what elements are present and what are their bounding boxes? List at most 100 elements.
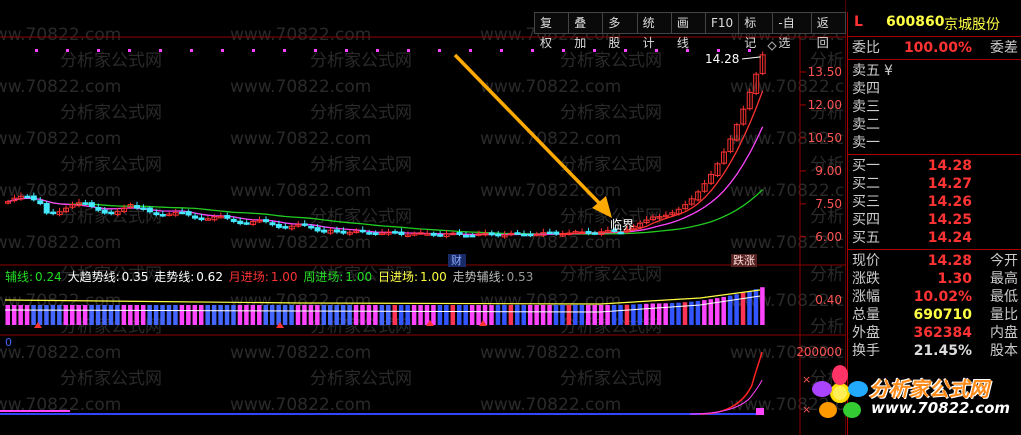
- watermark-text: www.70822.com: [230, 395, 371, 415]
- indicator-bar: [405, 305, 410, 325]
- candle-down: [43, 203, 50, 214]
- bid-level-label: 买四: [852, 212, 880, 228]
- watermark-text: www.70822.com: [0, 233, 121, 253]
- watermark-text: 分析家公式网: [560, 265, 662, 285]
- indicator-bar: [102, 305, 107, 325]
- indicator-bar: [624, 304, 630, 325]
- max-price-pointer: [741, 56, 761, 60]
- candle-down: [24, 195, 31, 199]
- ask-list: 卖五 ¥ 卖四 卖三 卖二 卖一: [848, 62, 1021, 152]
- stock-code: 600860: [886, 14, 945, 30]
- indicator-bar: [444, 305, 449, 325]
- toolbar-button-multi[interactable]: 多股: [602, 12, 638, 50]
- candle-down: [488, 232, 495, 236]
- signal-dot: [35, 49, 38, 52]
- indicator-bar: [89, 305, 94, 325]
- candle-down: [527, 233, 534, 237]
- watermark-text: 分析家公式网: [310, 103, 412, 123]
- toolbar-button-draw[interactable]: 画线: [670, 12, 707, 50]
- bid-level-value: 14.26: [927, 194, 972, 210]
- candle-down: [275, 223, 282, 228]
- indicator-bar: [50, 305, 56, 325]
- legend-value: 1.00: [420, 270, 451, 284]
- watermark-text: www.70822.com: [230, 25, 371, 45]
- toolbar-button-fuquan[interactable]: 复权: [534, 12, 570, 50]
- indicator-bar: [76, 305, 81, 325]
- legend-value: 0.53: [506, 270, 534, 284]
- candle-down: [398, 231, 405, 236]
- indicator-bar: [521, 305, 526, 325]
- kline-chart-svg[interactable]: www.70822.com www.70822.com www.70822.com w…: [0, 0, 846, 435]
- indicator-bar: [340, 305, 346, 325]
- weibi-label: 委比: [852, 40, 880, 56]
- bid-level-value: 14.28: [927, 158, 972, 174]
- indicator-bar: [263, 305, 268, 325]
- signal-dot: [283, 49, 286, 52]
- legend-name: 走势线:: [154, 270, 195, 284]
- candle-down: [198, 217, 205, 221]
- candle-down: [437, 234, 444, 237]
- toolbar-button-remove-fav[interactable]: -自选: [772, 12, 812, 50]
- candle-down: [469, 234, 476, 238]
- stat-value: 14.28: [927, 253, 972, 269]
- indicator-bar: [82, 305, 88, 325]
- flower-logo-icon: [812, 365, 868, 418]
- candle-down: [359, 229, 366, 233]
- toolbar-button-mark[interactable]: 标记: [738, 12, 774, 50]
- signal-dot: [562, 49, 565, 52]
- stat-value: 10.02%: [913, 289, 972, 305]
- signal-dot: [655, 49, 658, 52]
- indicator-bar: [57, 305, 62, 325]
- indicator-bar: [147, 305, 152, 325]
- toolbar-button-f10[interactable]: F10: [705, 12, 740, 34]
- indicator-bar: [18, 305, 23, 325]
- candle-down: [108, 211, 115, 215]
- market-flag: L: [854, 14, 863, 30]
- ask-level-label: 卖一: [852, 135, 880, 151]
- indicator-bar: [366, 305, 372, 325]
- indicator-bar: [598, 305, 604, 325]
- watermark-text: 分析家公式网: [560, 103, 662, 123]
- indicator-bar: [302, 305, 307, 325]
- indicator-bar: [231, 305, 236, 325]
- stats-list: 现价 14.28 今开 涨跌 1.30 最高 涨幅 10.02% 最低 总量 690710 量比 外盘 3…: [848, 252, 1021, 360]
- watermark-text: www.70822.com: [0, 129, 121, 149]
- indicator-bar: [205, 305, 210, 325]
- indicator-bar: [334, 305, 339, 325]
- stat-suffix: 内盘: [990, 325, 1018, 341]
- indicator-bar: [560, 305, 565, 325]
- indicator-bar: [424, 305, 430, 325]
- indicator-bar: [37, 305, 43, 325]
- indicator-bar: [669, 303, 675, 325]
- toolbar-button-stats[interactable]: 统计: [636, 12, 672, 50]
- price-tick-label: 6.00: [815, 230, 842, 244]
- bid-level-label: 买一: [852, 158, 880, 174]
- signal-dot: [159, 49, 162, 52]
- indicator-bar: [469, 305, 475, 325]
- indicator-bar: [644, 303, 649, 325]
- stat-suffix: 最低: [990, 289, 1018, 305]
- candle-down: [372, 232, 379, 235]
- signal-dot: [314, 49, 317, 52]
- candle-down: [269, 222, 276, 226]
- indicator-bar: [360, 305, 365, 325]
- ask-level-label: 卖三: [852, 99, 880, 115]
- ask-level-label: 卖四: [852, 81, 880, 97]
- candle-down: [159, 214, 166, 217]
- indicator-bar: [224, 305, 230, 325]
- indicator-bar: [282, 305, 288, 325]
- bid-level-value: 14.27: [927, 176, 972, 192]
- kline-chart-area[interactable]: www.70822.com www.70822.com www.70822.com w…: [0, 0, 846, 435]
- legend-name: 辅线:: [5, 270, 34, 284]
- indicator-bar: [140, 305, 146, 325]
- indicator-bar: [476, 305, 481, 325]
- candle-down: [134, 205, 140, 209]
- divider: [848, 59, 1021, 60]
- toolbar-button-overlay[interactable]: 叠加: [568, 12, 604, 50]
- watermark-text: 分析家公式网: [310, 155, 412, 175]
- candle-down: [282, 226, 289, 229]
- toolbar-button-back[interactable]: 返回: [810, 12, 846, 50]
- watermark-text: 分析家公式网: [60, 155, 162, 175]
- candle-down: [591, 232, 598, 235]
- legend-name: 日进场:: [377, 270, 419, 284]
